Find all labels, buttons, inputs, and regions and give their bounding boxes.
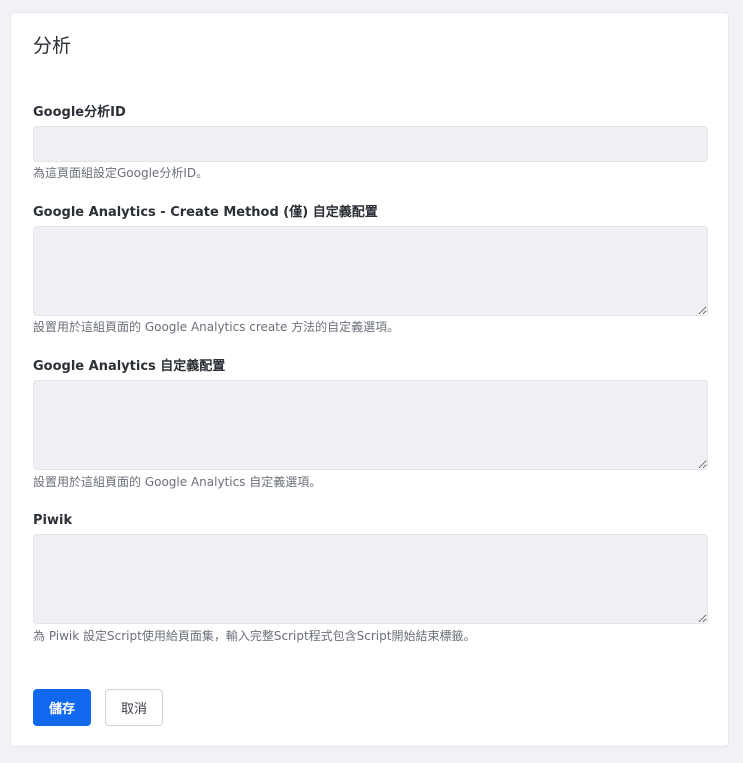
ga-custom-textarea[interactable] — [33, 380, 708, 470]
ga-custom-label: Google Analytics 自定義配置 — [33, 359, 226, 374]
piwik-help: 為 Piwik 設定Script使用給頁面集，輸入完整Script程式包含Scr… — [33, 629, 476, 643]
page-title: 分析 — [33, 35, 72, 57]
ga-create-textarea[interactable] — [33, 226, 708, 316]
save-button[interactable]: 儲存 — [33, 689, 91, 726]
piwik-label: Piwik — [33, 513, 73, 528]
ga-create-help: 設置用於這組頁面的 Google Analytics create 方法的自定義… — [33, 320, 400, 334]
ga-custom-help: 設置用於這組頁面的 Google Analytics 自定義選項。 — [33, 475, 322, 489]
analytics-settings-card: 分析 Google分析ID 為這頁面組設定Google分析ID。 Google … — [10, 12, 729, 747]
cancel-button[interactable]: 取消 — [105, 689, 163, 726]
ga-id-input[interactable] — [33, 126, 708, 162]
ga-id-label: Google分析ID — [33, 105, 126, 120]
piwik-textarea[interactable] — [33, 534, 708, 624]
ga-create-label: Google Analytics - Create Method (僅) 自定義… — [33, 205, 378, 220]
ga-id-help: 為這頁面組設定Google分析ID。 — [33, 166, 209, 180]
